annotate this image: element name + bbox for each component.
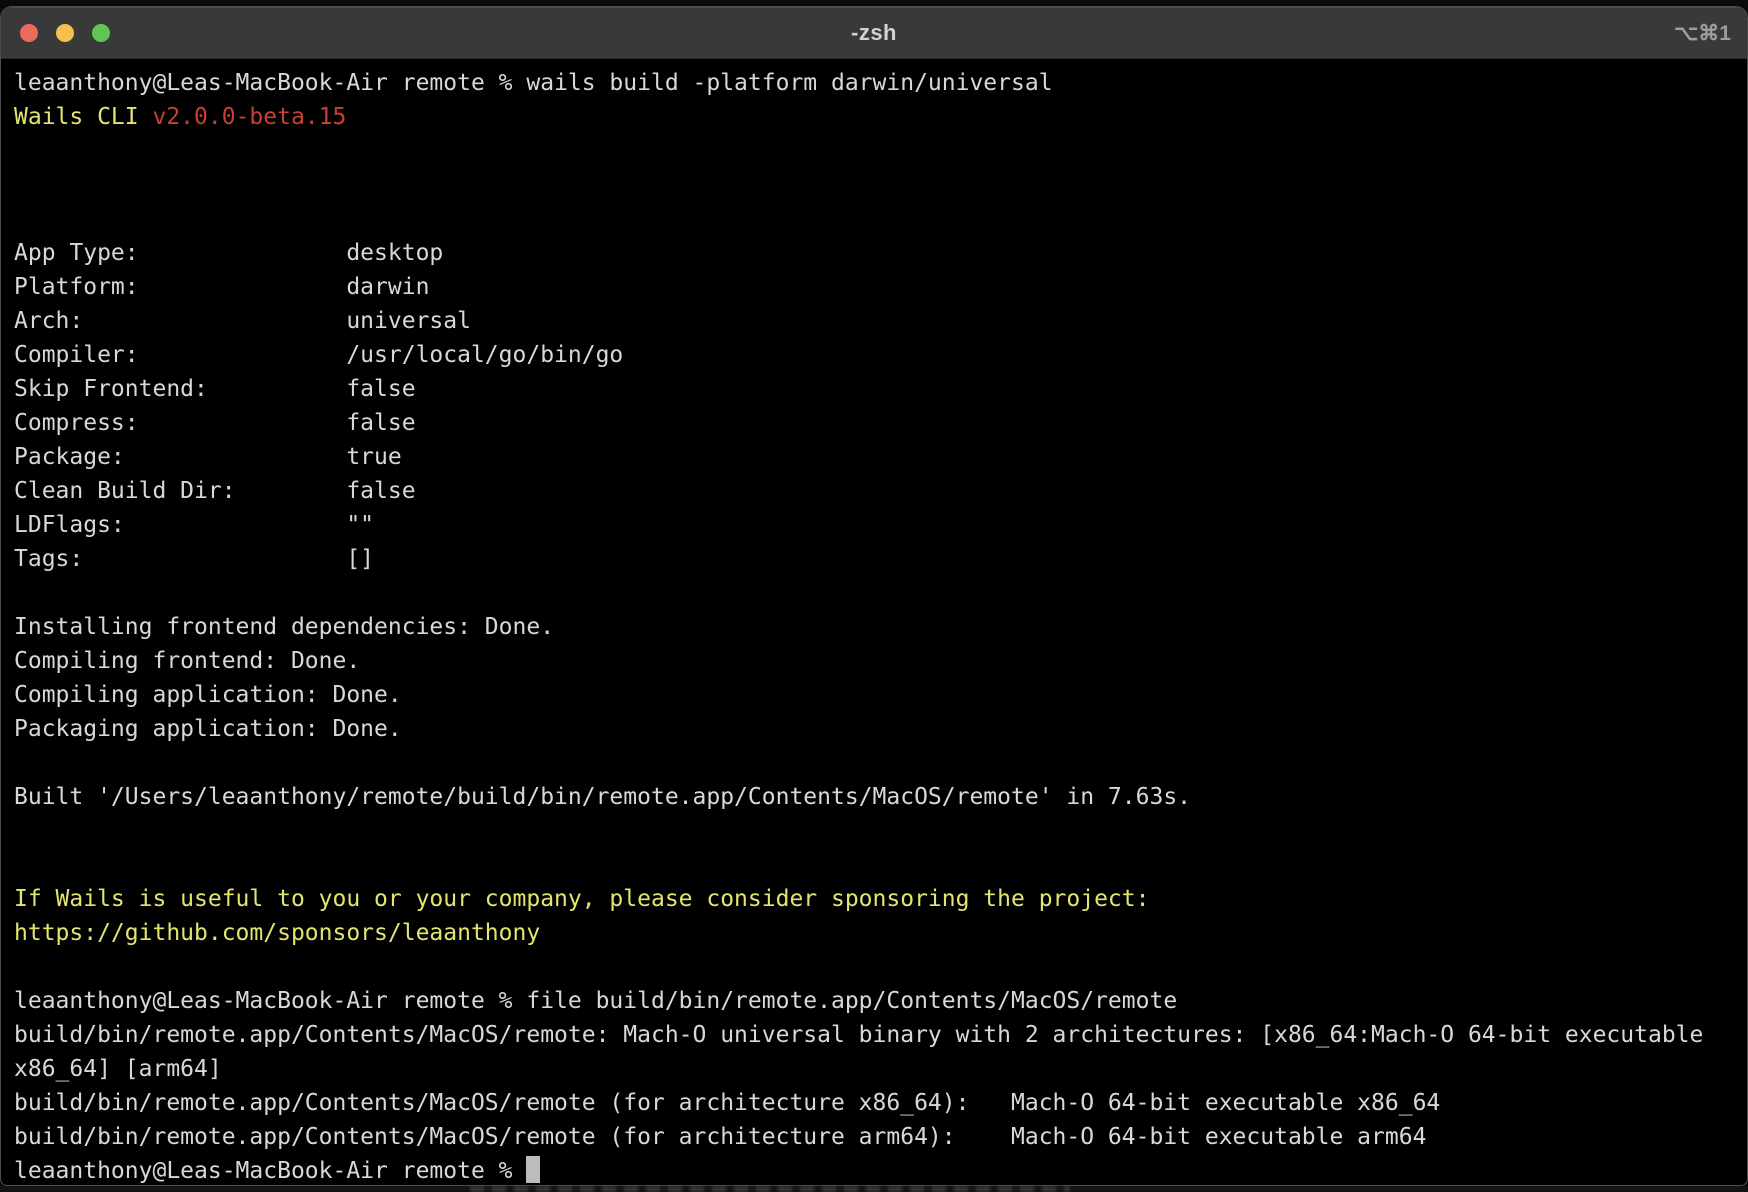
terminal-line: Tags: [] [14,542,1747,576]
terminal-line: LDFlags: "" [14,508,1747,542]
terminal-line: Packaging application: Done. [14,712,1747,746]
terminal-line: build/bin/remote.app/Contents/MacOS/remo… [14,1086,1747,1120]
background-window-text-smudge [470,1186,1070,1192]
zoom-button[interactable] [92,24,110,42]
terminal-content[interactable]: leaanthony@Leas-MacBook-Air remote % wai… [1,59,1747,1186]
terminal-line: Clean Build Dir: false [14,474,1747,508]
terminal-line: Arch: universal [14,304,1747,338]
terminal-line [14,202,1747,236]
terminal-line: Compiling application: Done. [14,678,1747,712]
terminal-line: Compiler: /usr/local/go/bin/go [14,338,1747,372]
terminal-line [14,134,1747,168]
background-window-sliver [0,1186,1748,1192]
terminal-line: leaanthony@Leas-MacBook-Air remote % [14,1154,1747,1186]
terminal-line: Package: true [14,440,1747,474]
terminal-line [14,576,1747,610]
terminal-line: leaanthony@Leas-MacBook-Air remote % fil… [14,984,1747,1018]
traffic-lights [20,7,110,59]
terminal-line: Installing frontend dependencies: Done. [14,610,1747,644]
titlebar[interactable]: -zsh ⌥⌘1 [1,7,1747,59]
terminal-line: https://github.com/sponsors/leaanthony [14,916,1747,950]
terminal-line: App Type: desktop [14,236,1747,270]
terminal-line: x86_64] [arm64] [14,1052,1747,1086]
close-button[interactable] [20,24,38,42]
terminal-line [14,950,1747,984]
terminal-cursor [526,1156,540,1183]
terminal-line: leaanthony@Leas-MacBook-Air remote % wai… [14,66,1747,100]
window-title: -zsh [1,20,1747,46]
terminal-line: Built '/Users/leaanthony/remote/build/bi… [14,780,1747,814]
terminal-line [14,814,1747,848]
terminal-line: build/bin/remote.app/Contents/MacOS/remo… [14,1120,1747,1154]
terminal-window: -zsh ⌥⌘1 leaanthony@Leas-MacBook-Air rem… [0,6,1748,1186]
minimize-button[interactable] [56,24,74,42]
terminal-line: If Wails is useful to you or your compan… [14,882,1747,916]
terminal-line [14,848,1747,882]
terminal-line: Wails CLI v2.0.0-beta.15 [14,100,1747,134]
terminal-line: Compress: false [14,406,1747,440]
terminal-line: Platform: darwin [14,270,1747,304]
terminal-line: build/bin/remote.app/Contents/MacOS/remo… [14,1018,1747,1052]
terminal-line: Compiling frontend: Done. [14,644,1747,678]
terminal-line [14,168,1747,202]
terminal-line [14,746,1747,780]
window-shortcut-hint: ⌥⌘1 [1674,7,1731,59]
terminal-line: Skip Frontend: false [14,372,1747,406]
